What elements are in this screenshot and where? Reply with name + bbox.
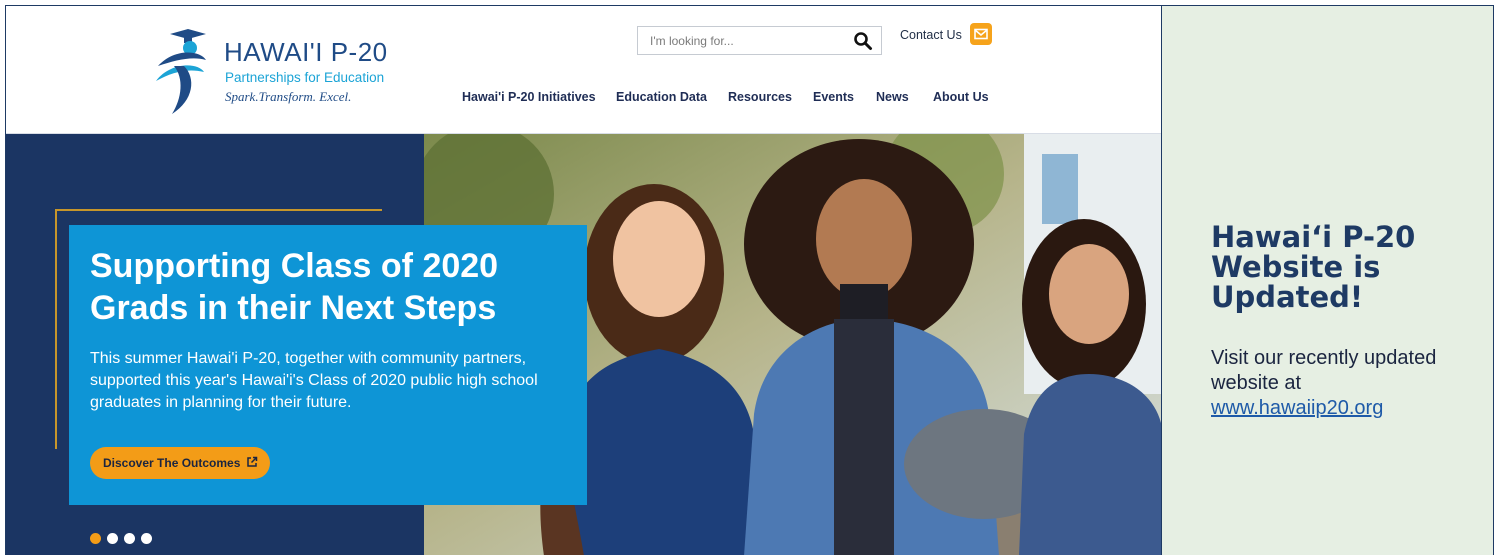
decorative-line bbox=[55, 209, 57, 449]
envelope-glyph bbox=[974, 28, 988, 40]
site-header: HAWAI'I P-20 Partnerships for Education … bbox=[6, 6, 1161, 134]
announcement-panel: Hawai‘i P-20 Website is Updated! Visit o… bbox=[1161, 5, 1494, 555]
announcement-body: Visit our recently updated website at ww… bbox=[1211, 346, 1471, 421]
search-input[interactable] bbox=[638, 27, 843, 54]
search-box bbox=[637, 26, 882, 55]
nav-item-news[interactable]: News bbox=[876, 90, 909, 104]
announcement-title: Hawai‘i P-20 Website is Updated! bbox=[1211, 220, 1416, 314]
carousel-dot-4[interactable] bbox=[141, 533, 152, 544]
promo-title: Supporting Class of 2020 Grads in their … bbox=[90, 247, 499, 327]
contact-us-link[interactable]: Contact Us bbox=[900, 28, 962, 42]
search-button[interactable] bbox=[853, 31, 873, 51]
discover-outcomes-label: Discover The Outcomes bbox=[103, 456, 241, 470]
logo-title: HAWAI'I P-20 bbox=[224, 37, 388, 67]
carousel-dot-1[interactable] bbox=[90, 533, 101, 544]
logo-subtitle: Partnerships for Education bbox=[225, 70, 385, 85]
decorative-line bbox=[55, 209, 382, 211]
carousel-dot-3[interactable] bbox=[124, 533, 135, 544]
website-link[interactable]: www.hawaiip20.org bbox=[1211, 396, 1471, 421]
carousel-dot-2[interactable] bbox=[107, 533, 118, 544]
website-screenshot: HAWAI'I P-20 Partnerships for Education … bbox=[5, 5, 1162, 555]
promo-card: Supporting Class of 2020 Grads in their … bbox=[69, 225, 587, 505]
search-icon bbox=[854, 32, 872, 50]
nav-item-about-us[interactable]: About Us bbox=[933, 90, 989, 104]
external-link-icon bbox=[247, 456, 258, 467]
nav-item-events[interactable]: Events bbox=[813, 90, 854, 104]
nav-item-initiatives[interactable]: Hawai'i P-20 Initiatives bbox=[462, 90, 596, 104]
mail-icon[interactable] bbox=[970, 23, 992, 45]
main-nav: Hawai'i P-20 Initiatives Education Data … bbox=[6, 90, 1161, 110]
announcement-text: Visit our recently updated website at bbox=[1211, 347, 1437, 394]
hero-carousel: Supporting Class of 2020 Grads in their … bbox=[6, 134, 1161, 555]
discover-outcomes-button[interactable]: Discover The Outcomes bbox=[90, 447, 271, 479]
nav-item-resources[interactable]: Resources bbox=[728, 90, 792, 104]
nav-item-education-data[interactable]: Education Data bbox=[616, 90, 707, 104]
promo-text: This summer Hawai'i P-20, together with … bbox=[90, 350, 538, 411]
